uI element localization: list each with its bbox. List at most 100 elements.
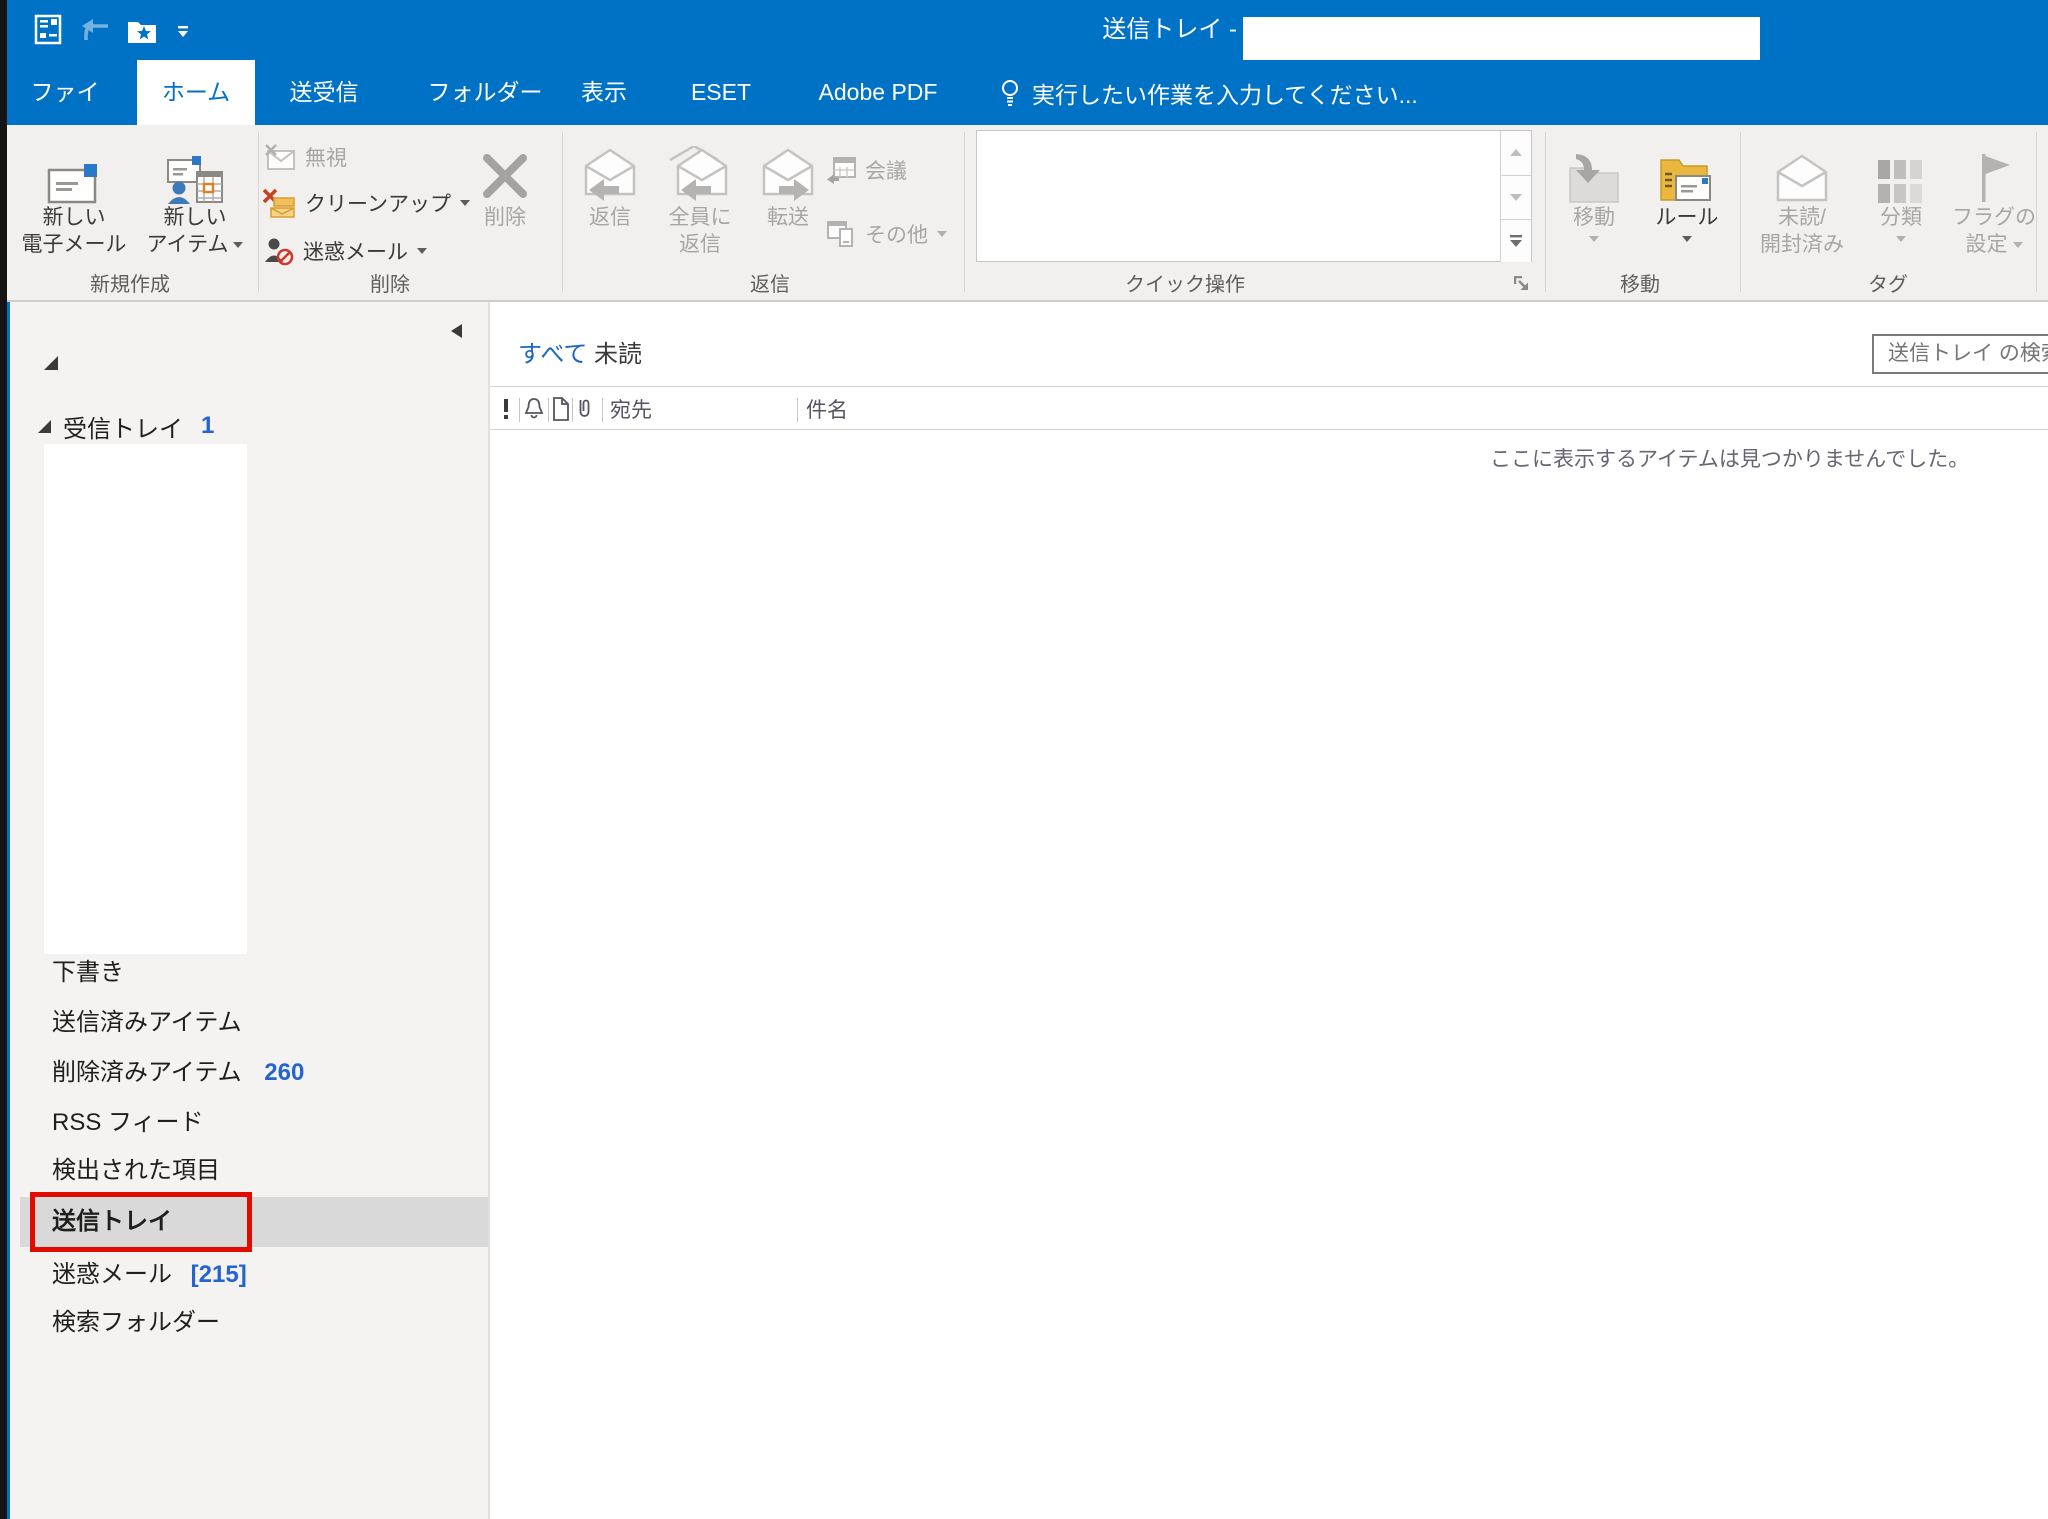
header-separator (602, 398, 603, 422)
categorize-icon (1878, 130, 1924, 204)
quick-steps-gallery[interactable] (976, 130, 1532, 262)
tab-home[interactable]: ホーム (137, 60, 255, 125)
quick-steps-overflow-button[interactable] (1500, 219, 1531, 262)
gallery-overflow-icon (1510, 235, 1522, 248)
tellme-label: 実行したい作業を入力してください... (1032, 76, 1418, 110)
sidebar-item-detected[interactable]: 検出された項目 (0, 1147, 478, 1195)
delete-button[interactable]: 削除 (455, 130, 555, 294)
flag-icon (1974, 130, 2014, 204)
move-icon (1568, 130, 1620, 204)
sidebar-item-junk[interactable]: 迷惑メール [215] (0, 1251, 478, 1299)
meeting-icon (826, 156, 856, 184)
lightbulb-icon (1000, 79, 1020, 107)
col-header-subject[interactable]: 件名 (806, 394, 848, 424)
quick-steps-dialog-launcher[interactable] (1514, 276, 1536, 298)
qat-undo-button[interactable] (80, 14, 112, 46)
dropdown-caret-icon (1589, 236, 1599, 242)
sidebar-item-sent[interactable]: 送信済みアイテム (0, 999, 478, 1047)
unread-read-button[interactable]: 未読/ 開封済み (1750, 130, 1854, 294)
column-header-reminder-icon[interactable] (524, 396, 544, 422)
sidebar-item-drafts[interactable]: 下書き (0, 949, 478, 997)
folder-star-icon (127, 18, 157, 44)
dropdown-caret-icon (2013, 242, 2023, 248)
tab-file[interactable]: ファイル (24, 60, 106, 125)
delete-icon (477, 130, 533, 204)
sidebar-item-deleted[interactable]: 削除済みアイテム 260 (0, 1049, 478, 1097)
more-respond-button[interactable]: その他 (826, 214, 947, 254)
sidebar-item-search-folders[interactable]: 検索フォルダー (0, 1299, 478, 1347)
meeting-button[interactable]: 会議 (826, 150, 907, 190)
follow-up-button[interactable]: フラグの 設定 (1948, 130, 2040, 294)
customize-qat-icon (177, 26, 189, 39)
pane-splitter-handle[interactable] (450, 324, 464, 340)
categorize-button[interactable]: 分類 (1862, 130, 1940, 294)
group-label-move: 移動 (1590, 272, 1690, 298)
expand-triangle-icon (44, 356, 58, 370)
forward-button[interactable]: 転送 (748, 130, 828, 294)
cleanup-button[interactable]: クリーンアップ (262, 183, 470, 223)
cleanup-icon (262, 188, 296, 218)
quick-steps-scroll-up-button[interactable] (1500, 131, 1531, 175)
new-items-icon (166, 130, 224, 204)
filter-unread[interactable]: 未読 (594, 340, 642, 370)
dropdown-caret-icon (233, 242, 243, 248)
group-label-new: 新規作成 (60, 272, 200, 298)
dropdown-caret-icon (1896, 236, 1906, 242)
tab-eset[interactable]: ESET (690, 60, 752, 125)
tab-view[interactable]: 表示 (579, 60, 629, 125)
search-input[interactable] (1872, 334, 2048, 374)
tellme-box[interactable]: 実行したい作業を入力してください... (1000, 60, 1418, 125)
window-title: 送信トレイ - (997, 0, 1237, 60)
scroll-up-icon (1510, 149, 1522, 157)
col-header-to[interactable]: 宛先 (610, 394, 652, 424)
sidebar-item-inbox[interactable]: 受信トレイ 1 (38, 408, 214, 444)
column-header-attachment-icon[interactable] (576, 396, 592, 422)
redacted-folder-area (44, 444, 247, 954)
group-label-quick-steps: クイック操作 (1090, 272, 1280, 298)
sidebar-item-rss[interactable]: RSS フィード (0, 1099, 478, 1147)
header-separator (519, 398, 520, 422)
header-separator (572, 398, 573, 422)
tab-send-receive[interactable]: 送受信 (281, 60, 367, 125)
undo-icon (81, 16, 111, 44)
group-label-tags: タグ (1838, 272, 1938, 298)
ignore-button[interactable]: 無視 (264, 137, 347, 177)
column-header-row (490, 386, 2048, 430)
dropdown-caret-icon (1682, 236, 1692, 242)
empty-state-text: ここに表示するアイテムは見つかりませんでした。 (1490, 443, 1969, 473)
qat-send-receive-button[interactable] (33, 12, 65, 48)
reply-all-icon (667, 130, 733, 204)
reply-button[interactable]: 返信 (570, 130, 650, 294)
item-count: 260 (264, 1059, 304, 1086)
column-header-item-type-icon[interactable] (552, 396, 570, 422)
filter-all[interactable]: すべて (518, 340, 587, 370)
qat-customize-button[interactable] (174, 24, 192, 40)
junk-icon (264, 236, 294, 266)
unread-count: 1 (201, 412, 214, 440)
move-button[interactable]: 移動 (1552, 130, 1636, 294)
rules-button[interactable]: ルール (1644, 130, 1730, 294)
folder-tree-root-toggle[interactable] (44, 356, 60, 372)
group-divider (1545, 132, 1546, 292)
group-divider (2036, 132, 2037, 292)
dialog-launcher-icon (1514, 276, 1532, 294)
expand-triangle-icon (38, 420, 51, 433)
outbox-red-highlight (30, 1192, 252, 1252)
send-receive-icon (34, 14, 64, 46)
junk-button[interactable]: 迷惑メール (264, 231, 427, 271)
group-divider (1740, 132, 1741, 292)
reply-icon (579, 130, 641, 204)
qat-folder-star-button[interactable] (126, 16, 158, 46)
ignore-icon (264, 143, 296, 171)
new-email-icon (47, 130, 101, 204)
rules-icon (1659, 130, 1715, 204)
dropdown-caret-icon (937, 231, 947, 237)
tab-folder[interactable]: フォルダー (421, 60, 549, 125)
new-items-button[interactable]: 新しい アイテム (140, 130, 250, 294)
reply-all-button[interactable]: 全員に 返信 (655, 130, 745, 294)
tab-adobe-pdf[interactable]: Adobe PDF (812, 60, 944, 125)
new-email-button[interactable]: 新しい 電子メール (14, 130, 134, 294)
column-header-importance-icon[interactable] (502, 397, 512, 421)
quick-steps-scroll-down-button[interactable] (1500, 175, 1531, 220)
collapse-pane-icon (450, 324, 462, 338)
